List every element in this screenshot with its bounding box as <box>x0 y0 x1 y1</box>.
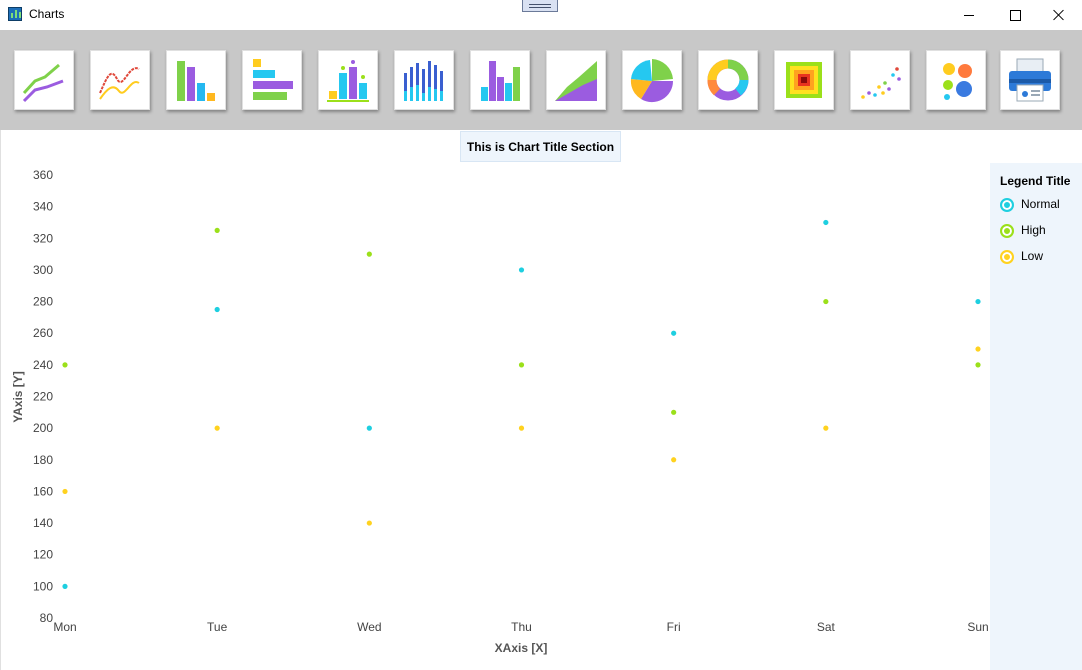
data-point-normal <box>62 583 68 589</box>
charts-window: Charts This is Chart Title Section 80 10… <box>0 0 1082 670</box>
data-point-normal <box>366 425 372 431</box>
heatmap-icon <box>786 62 822 98</box>
app-chart-icon <box>8 7 22 21</box>
x-tick-label: Tue <box>207 620 228 634</box>
y-tick-label: 280 <box>33 295 53 309</box>
y-axis-title: YAxis [Y] <box>11 371 25 423</box>
legend-item-normal[interactable]: Normal <box>1000 196 1080 214</box>
window-title: Charts <box>29 7 65 21</box>
data-point-high <box>366 251 372 257</box>
data-point-low <box>518 425 525 431</box>
y-tick-label: 100 <box>33 579 53 593</box>
y-tick-label: 300 <box>33 263 53 277</box>
stacked-column-button[interactable] <box>394 50 454 110</box>
close-button[interactable] <box>1036 0 1082 30</box>
y-tick-label: 80 <box>40 611 54 625</box>
data-point-high <box>518 362 525 368</box>
error-bar-chart-icon <box>327 60 369 102</box>
data-point-high <box>975 362 981 368</box>
data-point-low <box>366 520 372 526</box>
print-icon <box>1009 58 1051 102</box>
data-point-high <box>214 227 220 233</box>
legend-swatch-normal-icon <box>1000 198 1014 212</box>
y-tick-label: 200 <box>33 421 53 435</box>
grouped-column-icon <box>481 61 520 101</box>
bar-chart-button[interactable] <box>242 50 302 110</box>
scatter-chart: 80 100 120 140 160 180 200 220 240 260 280 300 320 34… <box>11 168 989 655</box>
grouped-column-button[interactable] <box>470 50 530 110</box>
y-tick-label: 160 <box>33 484 53 498</box>
x-tick-label: Sun <box>967 620 988 634</box>
chart-type-toolbar <box>0 30 1082 130</box>
spline-chart-button[interactable] <box>90 50 150 110</box>
bubble-chart-icon <box>943 63 972 100</box>
data-point-low <box>62 488 68 495</box>
legend-label: Low <box>1021 249 1044 263</box>
pie-chart-icon <box>630 59 674 103</box>
y-tick-label: 120 <box>33 548 53 562</box>
data-point-normal <box>518 267 525 273</box>
drag-handle-icon[interactable] <box>522 0 558 12</box>
bubble-chart-button[interactable] <box>926 50 986 110</box>
print-button[interactable] <box>1000 50 1060 110</box>
spline-chart-icon <box>99 67 140 100</box>
data-point-normal <box>671 330 677 336</box>
x-tick-label: Fri <box>667 620 681 634</box>
data-point-high <box>823 298 829 305</box>
maximize-button[interactable] <box>992 0 1038 30</box>
y-tick-label: 320 <box>33 231 53 245</box>
doughnut-chart-icon <box>707 59 749 101</box>
line-chart-button[interactable] <box>14 50 74 110</box>
data-point-normal <box>823 219 829 226</box>
legend-title: Legend Title <box>1000 174 1071 188</box>
data-point-high <box>671 409 677 415</box>
area-chart-button[interactable] <box>546 50 606 110</box>
data-point-low <box>671 457 677 463</box>
bar-chart-icon <box>253 59 293 100</box>
legend-swatch-low-icon <box>1000 250 1014 264</box>
x-tick-label: Mon <box>53 620 76 634</box>
close-icon <box>1053 9 1065 21</box>
y-tick-label: 220 <box>33 390 53 404</box>
legend-item-low[interactable]: Low <box>1000 248 1080 266</box>
x-tick-label: Thu <box>511 620 532 634</box>
column-chart-icon <box>177 61 215 101</box>
doughnut-chart-button[interactable] <box>698 50 758 110</box>
heatmap-button[interactable] <box>774 50 834 110</box>
title-bar[interactable]: Charts <box>0 0 1082 30</box>
data-point-low <box>975 346 981 352</box>
x-tick-label: Sat <box>817 620 836 634</box>
minimize-icon <box>964 14 974 16</box>
scatter-chart-icon <box>861 67 901 99</box>
legend-item-high[interactable]: High <box>1000 222 1080 240</box>
x-axis-title: XAxis [X] <box>495 641 548 655</box>
legend-swatch-high-icon <box>1000 224 1014 238</box>
data-point-low <box>823 425 829 431</box>
column-chart-button[interactable] <box>166 50 226 110</box>
legend-label: Normal <box>1021 197 1060 211</box>
y-tick-label: 340 <box>33 200 53 214</box>
y-tick-label: 180 <box>33 453 53 467</box>
line-chart-icon <box>22 63 64 103</box>
x-tick-label: Wed <box>357 620 381 634</box>
y-tick-label: 260 <box>33 326 53 340</box>
y-tick-label: 240 <box>33 358 53 372</box>
area-chart-icon <box>555 61 597 101</box>
stacked-column-icon <box>404 61 443 101</box>
legend: Legend Title Normal High Low <box>990 163 1082 670</box>
data-point-low <box>214 425 220 431</box>
data-point-normal <box>975 298 981 305</box>
legend-label: High <box>1021 223 1046 237</box>
chart-title: This is Chart Title Section <box>460 131 621 162</box>
maximize-icon <box>1009 9 1021 21</box>
y-tick-label: 360 <box>33 168 53 182</box>
data-point-high <box>62 362 68 368</box>
pie-chart-button[interactable] <box>622 50 682 110</box>
y-tick-label: 140 <box>33 516 53 530</box>
data-point-normal <box>214 306 220 313</box>
minimize-button[interactable] <box>946 0 992 30</box>
scatter-chart-button[interactable] <box>850 50 910 110</box>
error-bar-chart-button[interactable] <box>318 50 378 110</box>
